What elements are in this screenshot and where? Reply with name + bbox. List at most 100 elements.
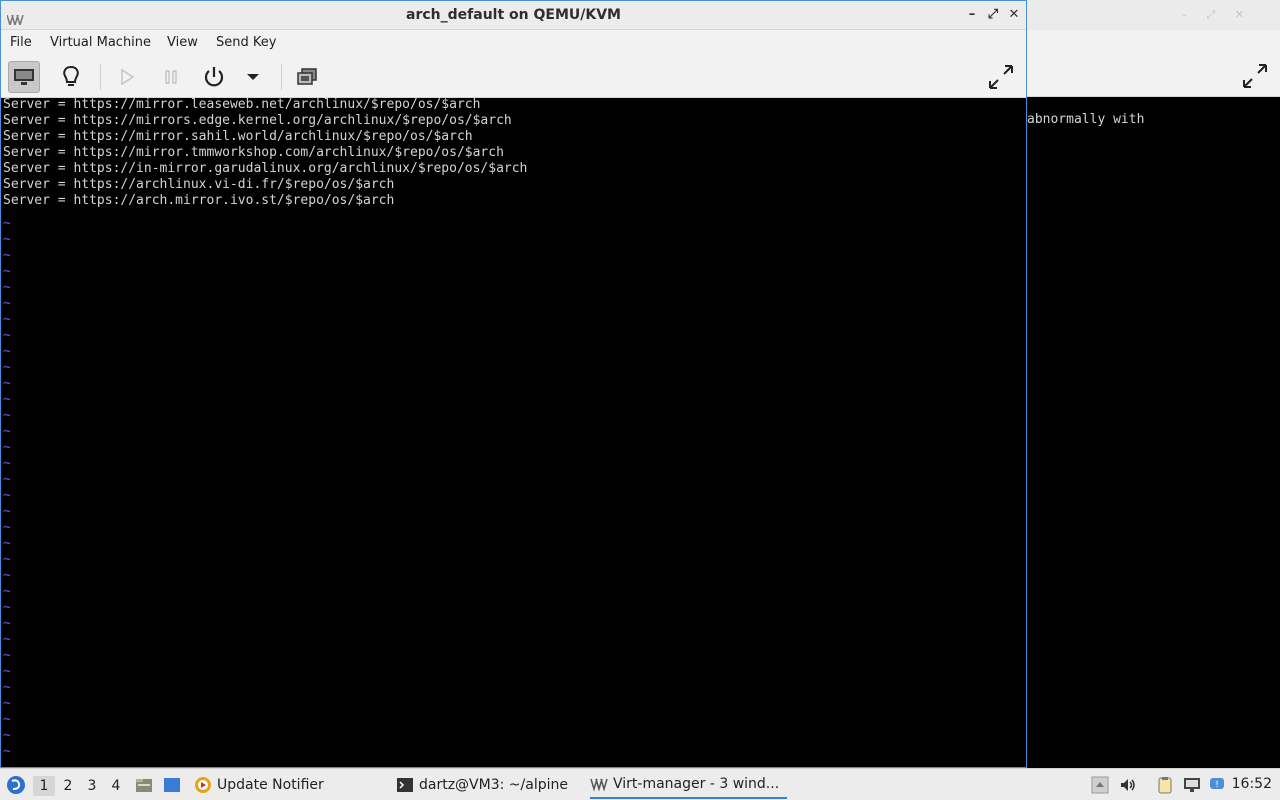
details-button[interactable] xyxy=(55,61,87,93)
vm-console[interactable]: Server = https://mirror.leaseweb.net/arc… xyxy=(2,98,1025,767)
task-terminal[interactable]: dartz@VM3: ~/alpine xyxy=(396,771,568,799)
vim-tilde: ~ xyxy=(3,616,11,631)
fullscreen-icon xyxy=(989,65,1013,89)
terminal-icon xyxy=(397,778,413,792)
menu-send-key[interactable]: Send Key xyxy=(216,35,276,50)
vim-tilde: ~ xyxy=(3,536,11,551)
workspace-1[interactable]: 1 xyxy=(33,776,55,796)
vim-tilde: ~ xyxy=(3,408,11,423)
vim-tilde: ~ xyxy=(3,280,11,295)
snapshots-icon xyxy=(297,68,317,85)
background-terminal-line: abnormally with xyxy=(1027,112,1145,127)
titlebar[interactable]: arch_default on QEMU/KVM – ⤢ ✕ xyxy=(1,1,1026,30)
shutdown-button[interactable] xyxy=(198,61,230,93)
shutdown-menu-button[interactable] xyxy=(237,61,269,93)
vim-tilde: ~ xyxy=(3,376,11,391)
close-button[interactable]: ✕ xyxy=(1006,7,1022,23)
terminal-line: Server = https://mirror.tmmworkshop.com/… xyxy=(3,145,504,160)
task-label: Virt-manager - 3 wind... xyxy=(613,776,780,792)
clipboard-icon[interactable] xyxy=(1156,776,1174,794)
lightbulb-icon xyxy=(63,65,79,86)
snapshots-button[interactable] xyxy=(291,61,323,93)
workspace-2[interactable]: 2 xyxy=(57,776,79,796)
vim-tilde: ~ xyxy=(3,296,11,311)
toolbar-separator xyxy=(100,64,101,90)
chevron-down-icon xyxy=(247,74,259,80)
window-title: arch_default on QEMU/KVM xyxy=(406,7,621,23)
vim-tilde: ~ xyxy=(3,488,11,503)
background-toolbar xyxy=(1027,55,1280,97)
task-label: Update Notifier xyxy=(217,777,324,793)
pause-button[interactable] xyxy=(155,61,187,93)
update-notifier-icon xyxy=(195,777,211,793)
maximize-button[interactable]: ⤢ xyxy=(985,7,1001,23)
menu-virtual-machine[interactable]: Virtual Machine xyxy=(50,35,151,50)
vim-tilde: ~ xyxy=(3,568,11,583)
toolbar xyxy=(1,56,1026,98)
vim-tilde: ~ xyxy=(3,472,11,487)
menu-file[interactable]: File xyxy=(10,35,32,50)
menu-view[interactable]: View xyxy=(167,35,198,50)
vim-tilde: ~ xyxy=(3,552,11,567)
vim-tilde: ~ xyxy=(3,216,11,231)
fullscreen-button[interactable] xyxy=(985,61,1017,93)
virt-manager-icon xyxy=(590,778,608,792)
terminal-line: Server = https://arch.mirror.ivo.st/$rep… xyxy=(3,193,395,208)
background-window-controls: – ⤢ ✕ xyxy=(1181,8,1252,21)
taskbar: 1 2 3 4 Update Notifier dartz@VM3: ~/alp… xyxy=(0,768,1280,800)
run-button[interactable] xyxy=(111,61,143,93)
tray-up-arrow-icon[interactable] xyxy=(1091,776,1109,794)
task-virt-manager[interactable]: Virt-manager - 3 wind... xyxy=(590,771,788,799)
monitor-icon xyxy=(14,69,34,85)
vim-tilde: ~ xyxy=(3,680,11,695)
background-titlebar: – ⤢ ✕ xyxy=(1027,0,1280,30)
terminal-line: Server = https://mirrors.edge.kernel.org… xyxy=(3,113,512,128)
task-label: dartz@VM3: ~/alpine xyxy=(419,777,568,793)
workspace-3[interactable]: 3 xyxy=(81,776,103,796)
workspace-4[interactable]: 4 xyxy=(105,776,127,796)
clock: 16:52 xyxy=(1231,776,1272,792)
background-menubar xyxy=(1027,30,1280,55)
file-manager-icon[interactable] xyxy=(135,776,153,794)
toolbar-separator xyxy=(281,64,282,90)
desktop-icon[interactable] xyxy=(163,776,181,794)
vim-tilde: ~ xyxy=(3,344,11,359)
vim-tilde: ~ xyxy=(3,584,11,599)
vim-tilde: ~ xyxy=(3,504,11,519)
notification-icon[interactable]: ! xyxy=(1208,776,1226,794)
play-icon xyxy=(121,68,135,86)
start-menu-icon[interactable] xyxy=(6,775,26,795)
terminal-line: Server = https://mirror.sahil.world/arch… xyxy=(3,129,473,144)
vim-tilde: ~ xyxy=(3,360,11,375)
volume-icon[interactable] xyxy=(1119,776,1137,794)
fullscreen-icon[interactable] xyxy=(1242,63,1268,89)
vim-tilde: ~ xyxy=(3,264,11,279)
vim-tilde: ~ xyxy=(3,632,11,647)
power-icon xyxy=(204,67,224,87)
virt-viewer-window: arch_default on QEMU/KVM – ⤢ ✕ File Virt… xyxy=(0,0,1027,768)
svg-text:!: ! xyxy=(1215,780,1219,790)
vim-tilde: ~ xyxy=(3,424,11,439)
vim-tilde: ~ xyxy=(3,712,11,727)
vim-tilde: ~ xyxy=(3,600,11,615)
menubar: File Virtual Machine View Send Key xyxy=(1,30,1026,56)
background-window: – ⤢ ✕ abnormally with xyxy=(1027,0,1280,768)
vim-tilde: ~ xyxy=(3,440,11,455)
vim-tilde: ~ xyxy=(3,696,11,711)
terminal-line: Server = https://archlinux.vi-di.fr/$rep… xyxy=(3,177,395,192)
vim-tilde: ~ xyxy=(3,520,11,535)
vim-tilde: ~ xyxy=(3,312,11,327)
vim-tilde: ~ xyxy=(3,328,11,343)
vim-tilde: ~ xyxy=(3,232,11,247)
terminal-line: Server = https://in-mirror.garudalinux.o… xyxy=(3,161,528,176)
show-console-button[interactable] xyxy=(8,61,40,93)
vim-tilde: ~ xyxy=(3,664,11,679)
network-icon[interactable] xyxy=(1183,776,1201,794)
vim-tilde: ~ xyxy=(3,728,11,743)
terminal-line: Server = https://mirror.leaseweb.net/arc… xyxy=(3,98,481,112)
task-update-notifier[interactable]: Update Notifier xyxy=(194,771,324,799)
vim-tilde: ~ xyxy=(3,744,11,759)
vim-tilde: ~ xyxy=(3,648,11,663)
minimize-button[interactable]: – xyxy=(964,7,980,23)
vim-tilde: ~ xyxy=(3,248,11,263)
